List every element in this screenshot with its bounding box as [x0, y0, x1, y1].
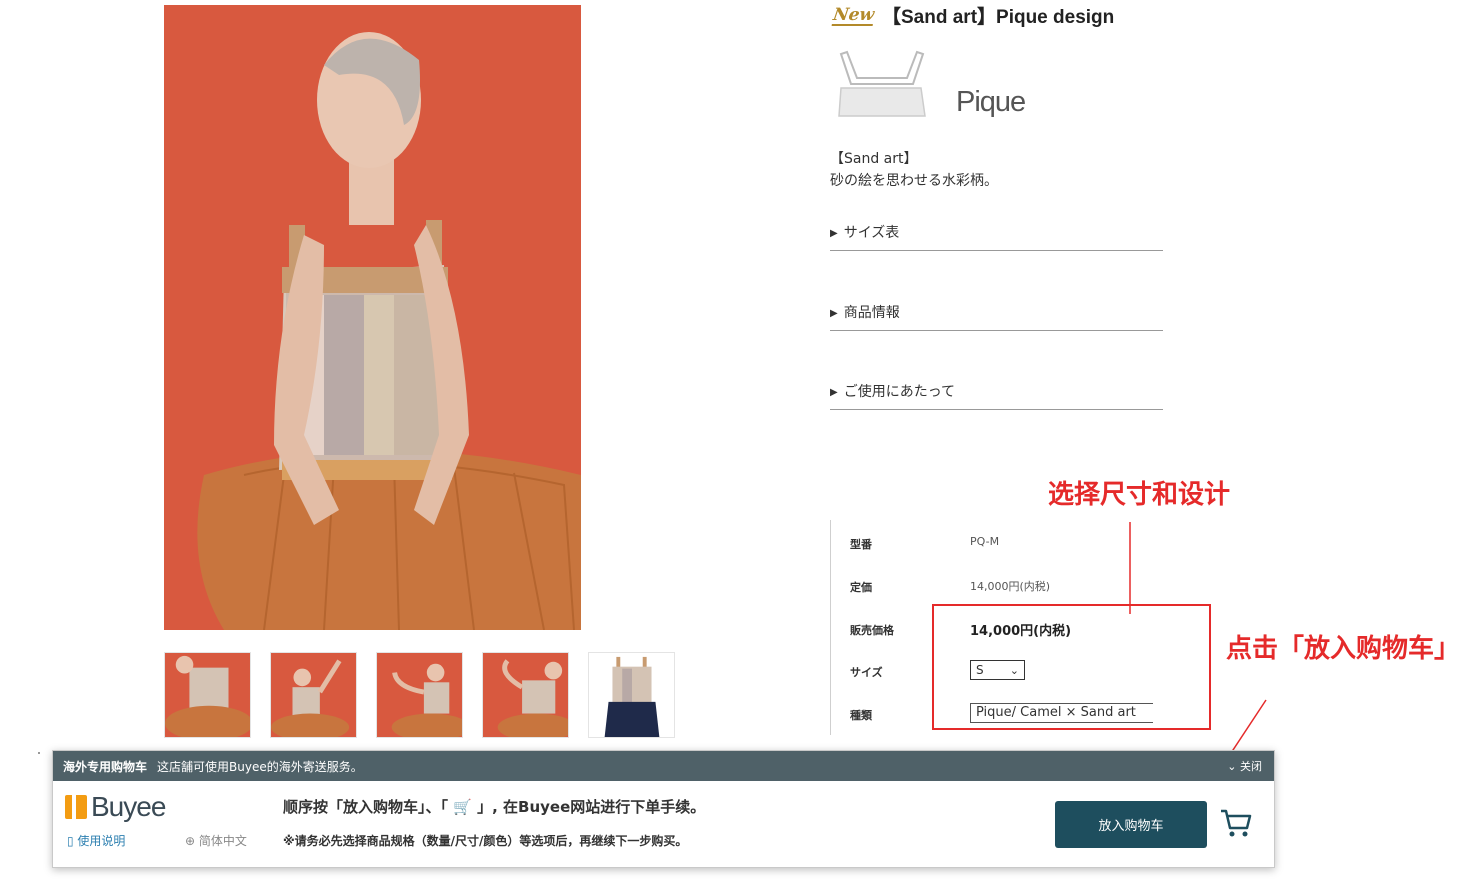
thumbnail-2[interactable] — [270, 652, 357, 738]
thumbnail-1[interactable] — [164, 652, 251, 738]
thumbnail-5[interactable] — [588, 652, 675, 738]
list-price-value: 14,000円(内税) — [970, 580, 1051, 593]
buyee-logo: Buyee — [65, 791, 166, 823]
accordion-product-info[interactable]: ▶ 商品情報 — [830, 302, 1163, 331]
buyee-lang-label: 简体中文 — [198, 834, 247, 848]
list-price-label: 定価 — [850, 581, 872, 594]
annotation-click-cart: 点击「放入购物车」 — [1226, 634, 1461, 664]
buyee-notice: ※请务必先选择商品规格（数量/尺寸/颜色）等选项后，再继续下一步购买。 — [283, 834, 688, 848]
main-product-photo — [164, 5, 581, 630]
buyee-language-switch[interactable]: ⊕ 简体中文 — [185, 832, 247, 849]
buyee-guide-link[interactable]: ▯ 使用说明 — [67, 832, 125, 849]
buyee-logo-text: Buyee — [91, 791, 166, 822]
buyee-instructions: 顺序按「放入购物车」、「 🛒 」, 在Buyee网站进行下单手续。 — [283, 798, 706, 816]
chevron-down-icon: ⌄ — [1227, 760, 1240, 773]
size-label: サイズ — [850, 666, 883, 679]
accordion-label: サイズ表 — [843, 225, 900, 241]
style-name: Pique — [956, 86, 1026, 118]
buyee-close-label: 关闭 — [1240, 760, 1262, 773]
thumbnail-strip — [164, 652, 675, 738]
pique-silhouette-icon — [838, 50, 926, 117]
accordion-usage-notes[interactable]: ▶ ご使用にあたって — [830, 381, 1163, 410]
triangle-right-icon: ▶ — [830, 387, 838, 398]
product-description: 【Sand art】 砂の絵を思わせる水彩柄。 — [830, 148, 998, 192]
buyee-box-icon — [65, 795, 87, 819]
selection-highlight-box — [932, 604, 1211, 730]
add-to-cart-button[interactable]: 放入购物车 — [1055, 801, 1207, 848]
accordion-label: 商品情報 — [843, 305, 900, 321]
product-title-row: New 【Sand art】Pique design — [831, 2, 1115, 29]
triangle-right-icon: ▶ — [830, 308, 838, 319]
type-label: 種類 — [850, 709, 872, 722]
desc-line-2: 砂の絵を思わせる水彩柄。 — [830, 173, 998, 189]
triangle-right-icon: ▶ — [830, 228, 838, 239]
buyee-cart-bar: 海外专用购物车 这店舗可使用Buyee的海外寄送服务。 ⌄ 关闭 Buyee ▯… — [52, 750, 1275, 868]
accordion-size-chart[interactable]: ▶ サイズ表 — [830, 222, 1163, 251]
thumbnail-4[interactable] — [482, 652, 569, 738]
separator-dot — [38, 752, 40, 754]
book-icon: ▯ — [67, 834, 78, 848]
model-value: PQ-M — [970, 535, 1000, 548]
buyee-guide-label: 使用说明 — [77, 834, 126, 848]
thumbnail-3[interactable] — [376, 652, 463, 738]
globe-icon: ⊕ — [185, 834, 199, 848]
desc-line-1: 【Sand art】 — [830, 151, 918, 167]
sale-price-label: 販売価格 — [850, 624, 894, 637]
product-title: 【Sand art】Pique design — [882, 7, 1115, 28]
cart-icon[interactable] — [1219, 806, 1253, 840]
annotation-select-options: 选择尺寸和设计 — [1048, 480, 1231, 510]
accordion-label: ご使用にあたって — [843, 384, 956, 400]
buyee-header-text: 这店舗可使用Buyee的海外寄送服务。 — [157, 759, 363, 774]
buyee-close-button[interactable]: ⌄ 关闭 — [1227, 758, 1262, 774]
model-label: 型番 — [850, 538, 872, 551]
buyee-header: 海外专用购物车 这店舗可使用Buyee的海外寄送服务。 ⌄ 关闭 — [53, 751, 1274, 781]
new-badge: New — [831, 4, 876, 26]
buyee-header-title: 海外专用购物车 — [63, 759, 148, 774]
